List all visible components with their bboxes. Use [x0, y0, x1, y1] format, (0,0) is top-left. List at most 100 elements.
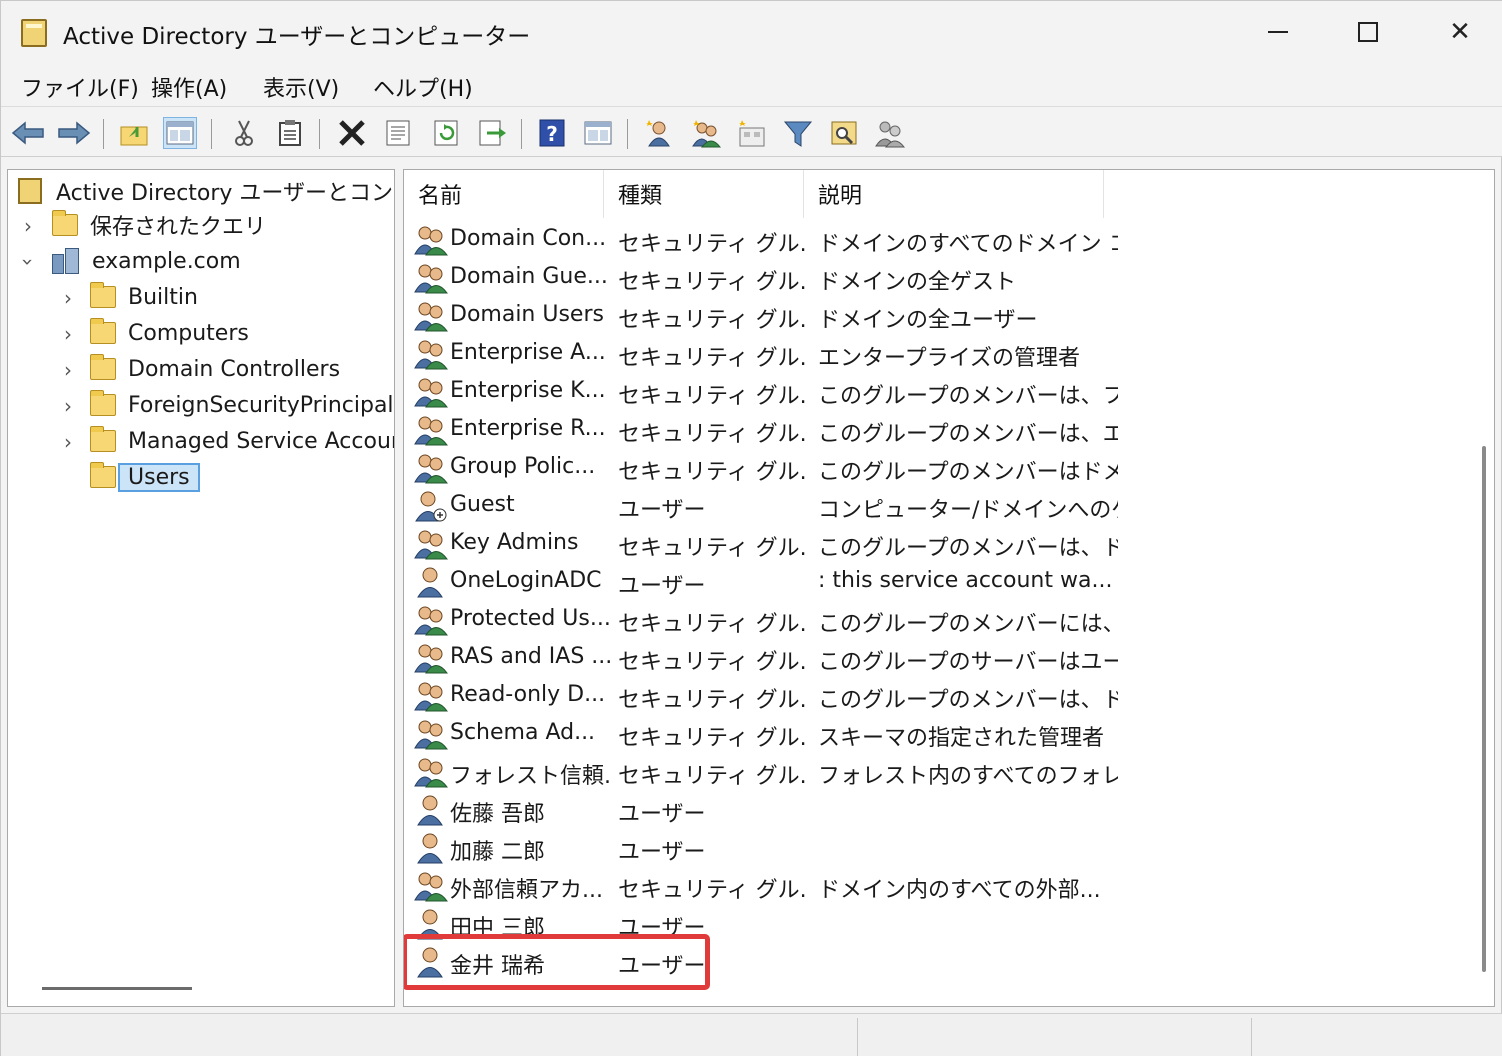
filter-button[interactable] [781, 117, 815, 149]
chevron-right-icon[interactable]: › [58, 322, 78, 346]
menu-view[interactable]: 表示(V) [263, 71, 339, 103]
cell-name: Schema Ad... [450, 720, 596, 745]
ou-folder-icon [90, 354, 116, 380]
list-vertical-scrollbar[interactable] [1482, 446, 1486, 972]
list-item[interactable]: Protected Us... セキュリティ グル... このグループのメンバーには… [412, 602, 1118, 638]
cell-name: 加藤 二郎 [450, 840, 545, 865]
window-title: Active Directory ユーザーとコンピューター [63, 24, 531, 50]
tree-item-managed-service-accounts[interactable]: Managed Service Accour [90, 424, 394, 458]
show-hide-tree-button[interactable] [163, 117, 197, 149]
list-pane[interactable]: 名前 種類 説明 Domain Con... セキュリティ グル... ドメインのす… [403, 169, 1495, 1007]
group-icon [414, 680, 448, 712]
cell-description: このグループのメンバーはドメ... [818, 460, 1118, 485]
folder-icon [52, 210, 78, 236]
tree-item-label-selected: Users [118, 462, 200, 492]
list-item[interactable]: Key Admins セキュリティ グル... このグループのメンバーは、ド... [412, 526, 1118, 562]
paste-button[interactable] [273, 117, 307, 149]
group-icon [414, 642, 448, 674]
tree-pane[interactable]: Active Directory ユーザーとコンピュー › 保存されたクエリ ›… [7, 169, 395, 1007]
chevron-down-icon[interactable]: › [16, 252, 40, 272]
tree-item-computers[interactable]: Computers [90, 316, 249, 350]
tree-item-label: Computers [128, 320, 249, 346]
tree-item-saved-queries[interactable]: 保存されたクエリ [52, 208, 266, 242]
list-item[interactable]: Group Polic... セキュリティ グル... このグループのメンバーはドメ… [412, 450, 1118, 486]
list-item[interactable]: Enterprise K... セキュリティ グル... このグループのメンバーは、… [412, 374, 1118, 410]
maximize-button[interactable] [1345, 11, 1391, 53]
list-item[interactable]: Domain Users セキュリティ グル... ドメインの全ユーザー [412, 298, 1112, 334]
up-folder-icon [120, 126, 148, 146]
console-button[interactable] [581, 117, 615, 149]
toolbar: ? [1, 107, 1502, 157]
group-icon [414, 300, 448, 332]
list-item[interactable]: Enterprise A... セキュリティ グル... エンタープライズの管理者 [412, 336, 1112, 372]
user-icon [414, 832, 448, 864]
list-item[interactable]: 加藤 二郎 ユーザー [412, 830, 1112, 866]
cell-name: Enterprise K... [450, 378, 606, 403]
cell-description: フォレスト内のすべてのフォレ... [818, 764, 1118, 789]
column-header-name[interactable]: 名前 [404, 170, 604, 218]
list-item[interactable]: 外部信頼アカ... セキュリティ グル... ドメイン内のすべての外部... [412, 868, 1112, 904]
list-item[interactable]: Guest ユーザー コンピューター/ドメインへのゲ... [412, 488, 1118, 524]
tree-root[interactable]: Active Directory ユーザーとコンピュー [18, 174, 394, 208]
cell-description: ドメインのすべてのドメイン コ... [818, 232, 1118, 257]
column-header-type[interactable]: 種類 [604, 170, 804, 218]
list-item[interactable]: Schema Ad... セキュリティ グル... スキーマの指定された管理者 [412, 716, 1112, 752]
minimize-button[interactable] [1255, 11, 1301, 53]
chevron-right-icon[interactable]: › [18, 214, 38, 238]
group-icon [414, 414, 448, 446]
list-item[interactable]: Read-only D... セキュリティ グル... このグループのメンバーは、ド… [412, 678, 1118, 714]
menu-file[interactable]: ファイル(F) [21, 71, 139, 103]
tree-item-builtin[interactable]: Builtin [90, 280, 198, 314]
group-icon [414, 604, 448, 636]
ad-console-icon [21, 19, 47, 47]
folder-icon [90, 390, 116, 416]
close-button[interactable]: ✕ [1437, 11, 1483, 53]
properties-button[interactable] [381, 117, 415, 149]
cell-name: Enterprise A... [450, 340, 606, 365]
refresh-button[interactable] [429, 117, 463, 149]
list-item[interactable]: Domain Gue... セキュリティ グル... ドメインの全ゲスト [412, 260, 1112, 296]
list-item[interactable]: 佐藤 吾郎 ユーザー [412, 792, 1112, 828]
maximize-icon [1358, 22, 1378, 42]
chevron-right-icon[interactable]: › [58, 358, 78, 382]
group-icon [414, 870, 448, 902]
cell-description: このグループのメンバーは、エ... [818, 422, 1118, 447]
cell-type: セキュリティ グル... [618, 308, 808, 333]
list-item[interactable]: Domain Con... セキュリティ グル... ドメインのすべてのドメイン コ… [412, 222, 1118, 258]
list-item[interactable]: OneLoginADC ユーザー: this service account wa… [412, 564, 1112, 600]
tree-item-domain-controllers[interactable]: Domain Controllers [90, 352, 340, 386]
list-item[interactable]: フォレスト信頼... セキュリティ グル... フォレスト内のすべてのフォレ... [412, 754, 1118, 790]
cell-type: セキュリティ グル... [618, 536, 808, 561]
properties-icon [386, 120, 410, 146]
delete-button[interactable] [335, 117, 369, 149]
find-button[interactable] [827, 117, 861, 149]
status-separator [857, 1018, 858, 1056]
back-button[interactable] [11, 117, 45, 149]
new-group-button[interactable] [689, 117, 723, 149]
new-user-button[interactable] [641, 117, 675, 149]
folder-icon [90, 426, 116, 452]
export-list-button[interactable] [475, 117, 509, 149]
cut-button[interactable] [227, 117, 261, 149]
cell-type: セキュリティ グル... [618, 270, 808, 295]
forward-button[interactable] [57, 117, 91, 149]
tree-item-domain[interactable]: example.com [52, 244, 241, 278]
list-item[interactable]: RAS and IAS ... セキュリティ グル... このグループのサーバーはユ… [412, 640, 1118, 676]
cell-name: Read-only D... [450, 682, 606, 707]
tree-item-foreign-security-principals[interactable]: ForeignSecurityPrincipals [90, 388, 394, 422]
column-header-description[interactable]: 説明 [804, 170, 1104, 218]
up-one-level-button[interactable] [117, 117, 151, 149]
chevron-right-icon[interactable]: › [58, 430, 78, 454]
list-item[interactable]: Enterprise R... セキュリティ グル... このグループのメンバーは、… [412, 412, 1118, 448]
tree-horizontal-scrollbar[interactable] [42, 987, 192, 990]
add-to-group-button[interactable] [873, 117, 907, 149]
folder-icon [90, 462, 116, 488]
chevron-right-icon[interactable]: › [58, 286, 78, 310]
menu-action[interactable]: 操作(A) [151, 71, 227, 103]
tree-item-users[interactable]: Users [90, 460, 200, 494]
help-button[interactable]: ? [535, 117, 569, 149]
new-ou-button[interactable] [735, 117, 769, 149]
status-bar [1, 1013, 1502, 1056]
chevron-right-icon[interactable]: › [58, 394, 78, 418]
menu-help[interactable]: ヘルプ(H) [373, 71, 473, 103]
